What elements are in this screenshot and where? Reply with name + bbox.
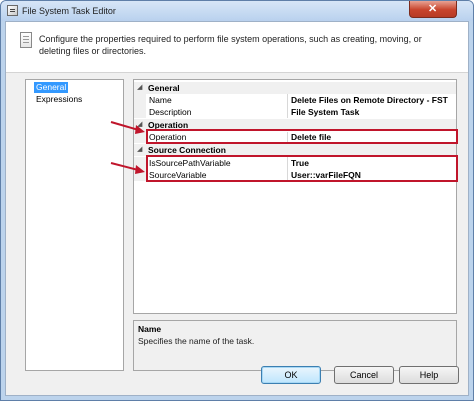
- dialog-window: File System Task Editor ✕ Configure the …: [0, 0, 474, 401]
- close-icon: ✕: [428, 3, 438, 15]
- dialog-client-area: Configure the properties required to per…: [5, 21, 469, 396]
- property-value[interactable]: File System Task: [291, 107, 359, 117]
- category-label: General: [148, 83, 180, 93]
- help-button[interactable]: Help: [399, 366, 459, 384]
- description-title: Name: [138, 324, 162, 334]
- description-panel: Name Specifies the name of the task.: [133, 320, 457, 371]
- collapse-icon[interactable]: ◢: [137, 83, 142, 93]
- title-bar[interactable]: File System Task Editor ✕: [1, 1, 473, 21]
- property-row-description[interactable]: Description File System Task: [134, 106, 456, 118]
- row-gutter: [134, 106, 146, 118]
- property-row-name[interactable]: Name Delete Files on Remote Directory - …: [134, 94, 456, 106]
- close-button[interactable]: ✕: [409, 1, 457, 18]
- property-name: Name: [149, 95, 172, 105]
- row-gutter: [134, 94, 146, 106]
- ok-button[interactable]: OK: [261, 366, 321, 384]
- cancel-button[interactable]: Cancel: [334, 366, 394, 384]
- collapse-icon[interactable]: ◢: [137, 145, 142, 155]
- header-banner: Configure the properties required to per…: [6, 22, 468, 73]
- description-text: Specifies the name of the task.: [138, 336, 255, 346]
- property-grid: ◢ General Name Delete Files on Remote Di…: [133, 79, 458, 314]
- highlight-box-operation: [146, 129, 458, 144]
- category-general[interactable]: ◢ General: [134, 82, 456, 94]
- document-icon: [20, 32, 32, 48]
- property-name: Description: [149, 107, 192, 117]
- highlight-box-source: [146, 155, 458, 182]
- category-label: Source Connection: [148, 145, 226, 155]
- header-description: Configure the properties required to per…: [39, 34, 422, 56]
- annotation-arrow-icon: [110, 121, 145, 134]
- nav-item-general[interactable]: General: [34, 82, 69, 93]
- property-value[interactable]: Delete Files on Remote Directory - FST: [291, 95, 448, 105]
- annotation-arrow-icon: [110, 162, 145, 174]
- nav-item-expressions[interactable]: Expressions: [34, 94, 84, 105]
- app-dialog-icon: [7, 5, 18, 16]
- window-title: File System Task Editor: [22, 6, 116, 16]
